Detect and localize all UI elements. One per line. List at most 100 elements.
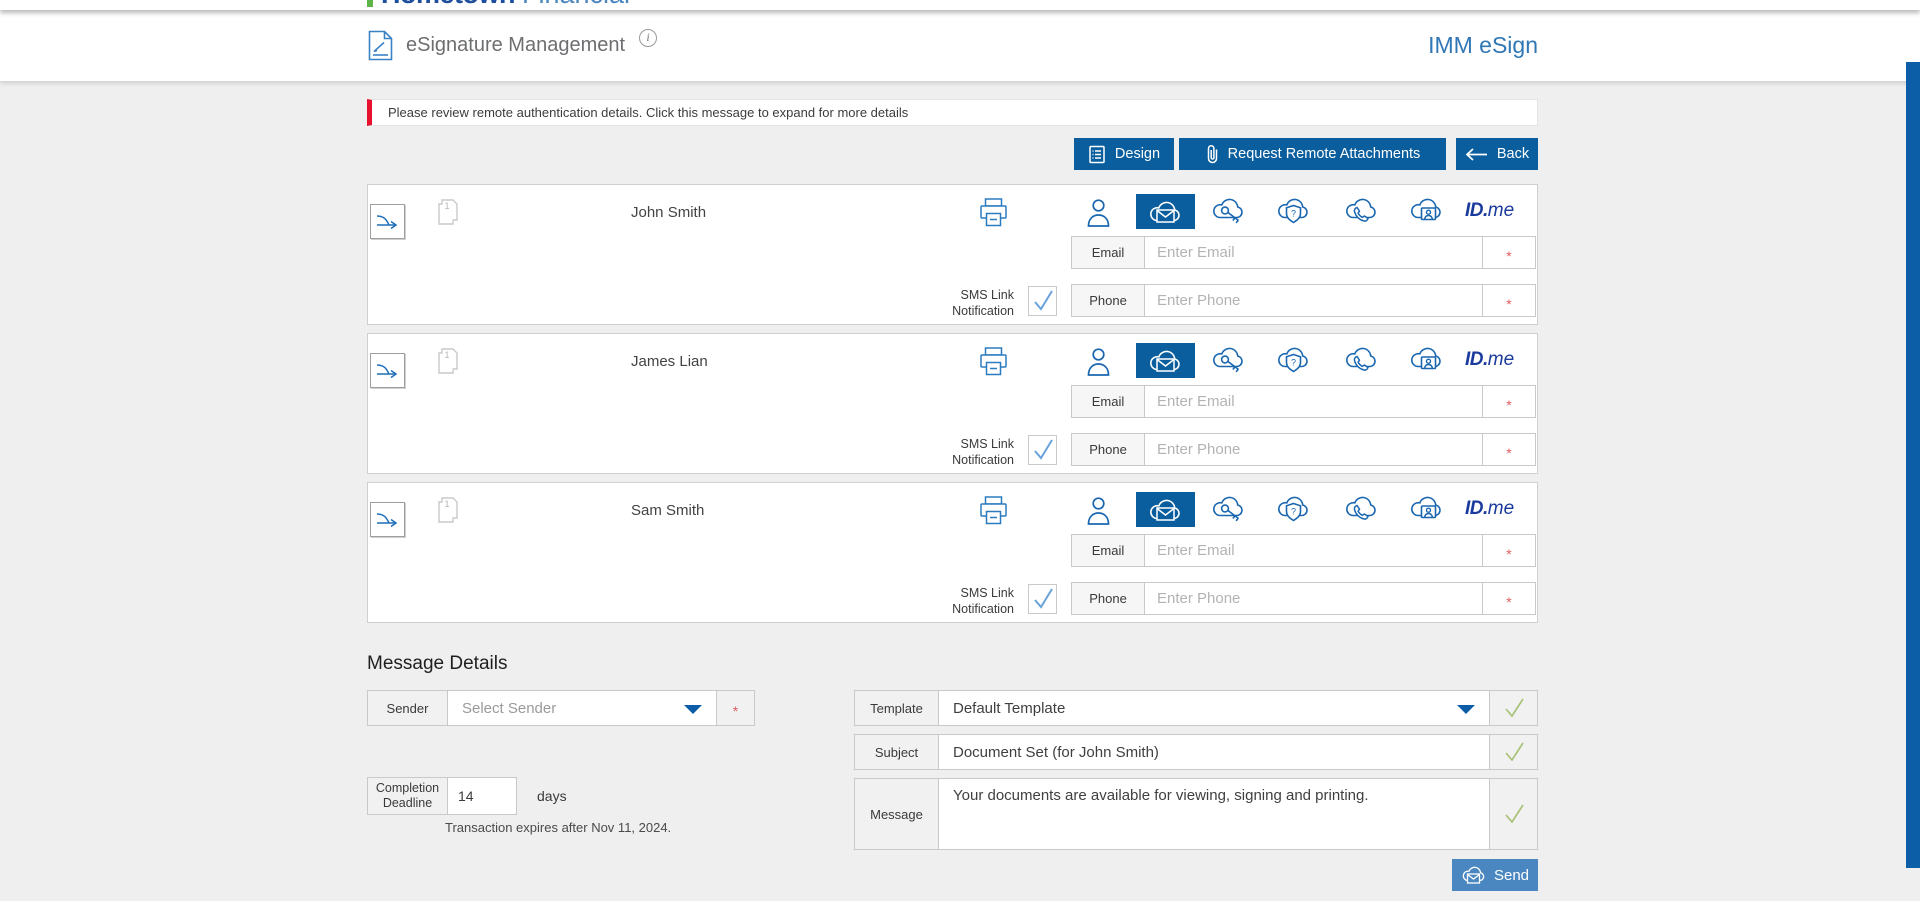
deadline-unit-label: days xyxy=(537,788,567,804)
security-question-authentication-icon[interactable]: ? xyxy=(1276,196,1311,226)
phone-required-cell: * xyxy=(1482,285,1535,316)
logo-green-bar-icon xyxy=(367,0,373,7)
email-input[interactable] xyxy=(1145,386,1482,417)
sms-link-notification-checkbox[interactable] xyxy=(1028,584,1057,614)
required-asterisk: * xyxy=(732,703,739,719)
back-button-label: Back xyxy=(1496,146,1530,162)
phone-authentication-icon[interactable] xyxy=(1344,196,1379,225)
document-count-icon[interactable]: 1 xyxy=(436,198,460,227)
message-label: Message xyxy=(855,779,939,849)
email-input[interactable] xyxy=(1145,535,1482,566)
phone-label: Phone xyxy=(1072,285,1145,316)
in-person-signing-icon[interactable] xyxy=(1086,197,1111,228)
id-verification-icon[interactable] xyxy=(1409,345,1444,374)
security-question-authentication-icon[interactable]: ? xyxy=(1276,494,1311,524)
document-count-icon[interactable]: 1 xyxy=(436,496,460,525)
subject-label: Subject xyxy=(855,735,939,769)
email-required-cell: * xyxy=(1482,535,1535,566)
phone-input[interactable] xyxy=(1145,285,1482,316)
check-icon xyxy=(1502,802,1526,826)
sender-select-value: Select Sender xyxy=(462,699,557,717)
deadline-days-input[interactable]: 14 xyxy=(448,778,516,814)
email-required-cell: * xyxy=(1482,386,1535,417)
sms-link-notification-label: SMS Link Notification xyxy=(952,586,1014,616)
svg-text:1: 1 xyxy=(444,350,449,360)
recipient-name: James Lian xyxy=(631,353,708,370)
svg-text:1: 1 xyxy=(444,499,449,509)
email-field-row: Email * xyxy=(1071,236,1536,269)
remote-email-delivery-selected[interactable] xyxy=(1136,343,1195,378)
sms-link-notification-checkbox[interactable] xyxy=(1028,435,1057,465)
email-label: Email xyxy=(1072,535,1145,566)
phone-label: Phone xyxy=(1072,434,1145,465)
message-details-heading: Message Details xyxy=(367,653,508,674)
sms-link-notification-checkbox[interactable] xyxy=(1028,286,1057,316)
request-remote-attachments-button[interactable]: Request Remote Attachments xyxy=(1179,138,1446,170)
template-valid-cell xyxy=(1489,691,1537,725)
signing-order-button[interactable] xyxy=(370,353,405,388)
page-header: eSignature Management i IMM eSign xyxy=(0,10,1920,81)
phone-authentication-icon[interactable] xyxy=(1344,494,1379,523)
sender-required-cell: * xyxy=(716,691,754,725)
design-button[interactable]: Design xyxy=(1074,138,1174,170)
required-asterisk: * xyxy=(1506,545,1512,562)
check-icon xyxy=(1502,696,1526,720)
email-label: Email xyxy=(1072,386,1145,417)
email-field-row: Email * xyxy=(1071,534,1536,567)
phone-authentication-icon[interactable] xyxy=(1344,345,1379,374)
email-input[interactable] xyxy=(1145,237,1482,268)
access-code-authentication-icon[interactable] xyxy=(1211,494,1246,523)
expiry-note: Transaction expires after Nov 11, 2024. xyxy=(445,820,672,835)
remote-email-delivery-selected[interactable] xyxy=(1136,492,1195,527)
recipient-name: Sam Smith xyxy=(631,502,705,519)
in-person-signing-icon[interactable] xyxy=(1086,346,1111,377)
template-select[interactable]: Default Template xyxy=(939,691,1489,725)
printer-icon[interactable] xyxy=(979,495,1008,526)
phone-input[interactable] xyxy=(1145,434,1482,465)
email-required-cell: * xyxy=(1482,237,1535,268)
idme-authentication-icon[interactable]: ID.me xyxy=(1465,498,1514,520)
security-question-authentication-icon[interactable]: ? xyxy=(1276,345,1311,375)
phone-field-row: Phone * xyxy=(1071,433,1536,466)
scrollbar-thumb[interactable] xyxy=(1906,62,1920,868)
remote-email-delivery-selected[interactable] xyxy=(1136,194,1195,229)
chevron-down-icon xyxy=(684,705,702,714)
svg-text:?: ? xyxy=(1291,209,1296,219)
idme-authentication-icon[interactable]: ID.me xyxy=(1465,200,1514,222)
sender-select[interactable]: Select Sender xyxy=(448,691,716,725)
id-verification-icon[interactable] xyxy=(1409,494,1444,523)
phone-field-row: Phone * xyxy=(1071,582,1536,615)
esignature-document-icon xyxy=(367,30,394,61)
design-icon xyxy=(1088,145,1106,164)
info-icon[interactable]: i xyxy=(639,28,658,47)
required-asterisk: * xyxy=(1506,444,1512,461)
printer-icon[interactable] xyxy=(979,346,1008,377)
page-title: eSignature Management xyxy=(406,34,626,56)
id-verification-icon[interactable] xyxy=(1409,196,1444,225)
phone-input[interactable] xyxy=(1145,583,1482,614)
send-button-label: Send xyxy=(1493,866,1530,884)
access-code-authentication-icon[interactable] xyxy=(1211,345,1246,374)
access-code-authentication-icon[interactable] xyxy=(1211,196,1246,225)
in-person-signing-icon[interactable] xyxy=(1086,495,1111,526)
back-button[interactable]: Back xyxy=(1456,138,1538,170)
svg-text:?: ? xyxy=(1291,358,1296,368)
phone-label: Phone xyxy=(1072,583,1145,614)
idme-authentication-icon[interactable]: ID.me xyxy=(1465,349,1514,371)
printer-icon[interactable] xyxy=(979,197,1008,228)
required-asterisk: * xyxy=(1506,295,1512,312)
subject-input[interactable] xyxy=(953,743,1475,761)
signing-order-button[interactable] xyxy=(370,204,405,239)
recipient-row: 1 Sam Smith ? ID.me Email Enter Email * … xyxy=(367,482,1538,623)
send-button[interactable]: Send xyxy=(1452,859,1538,891)
sms-link-notification-label: SMS Link Notification xyxy=(952,437,1014,467)
phone-required-cell: * xyxy=(1482,434,1535,465)
notification-banner[interactable]: Please review remote authentication deta… xyxy=(367,99,1538,126)
sms-link-notification-label: SMS Link Notification xyxy=(952,288,1014,318)
required-asterisk: * xyxy=(1506,396,1512,413)
signing-order-button[interactable] xyxy=(370,502,405,537)
document-count-icon[interactable]: 1 xyxy=(436,347,460,376)
check-icon xyxy=(1502,740,1526,764)
email-field-row: Email * xyxy=(1071,385,1536,418)
message-textarea[interactable]: Your documents are available for viewing… xyxy=(939,779,1489,849)
